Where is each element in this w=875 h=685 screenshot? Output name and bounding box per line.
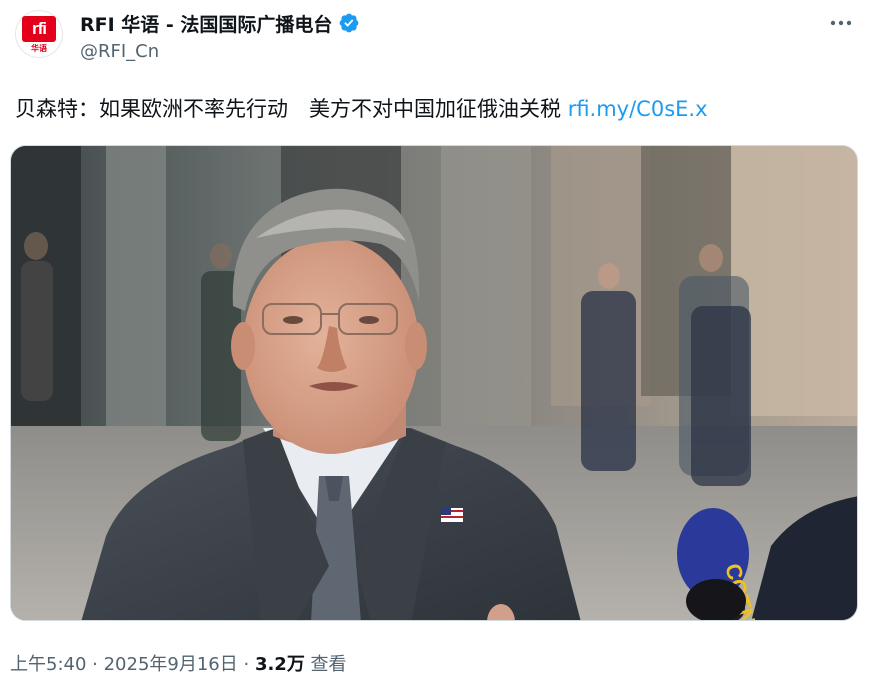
tweet-link[interactable]: rfi.my/C0sE.x (568, 97, 708, 121)
name-row: RFI 华语 - 法国国际广播电台 (80, 9, 360, 37)
tweet-header: RFI 华语 - 法国国际广播电台 @RFI_Cn (80, 9, 360, 62)
tweet-time[interactable]: 上午5:40 (10, 654, 86, 675)
views-count: 3.2万 (254, 654, 305, 675)
tweet-date[interactable]: 2025年9月16日 (104, 654, 238, 675)
handle[interactable]: @RFI_Cn (80, 41, 360, 62)
meta-separator: · (86, 654, 104, 675)
tweet-photo[interactable]: CGTN (10, 145, 858, 621)
rfi-logo: rfi (22, 15, 56, 42)
avatar[interactable]: rfi 华语 (15, 10, 63, 58)
meta-separator-2: · (237, 654, 255, 675)
tweet-meta: 上午5:40 · 2025年9月16日 · 3.2万 查看 (10, 650, 347, 676)
more-button[interactable] (824, 8, 858, 38)
verified-badge-icon (338, 12, 360, 34)
tweet-text: 贝森特：如果欧洲不率先行动 美方不对中国加征俄油关税 rfi.my/C0sE.x (15, 93, 708, 123)
tweet-body: 贝森特：如果欧洲不率先行动 美方不对中国加征俄油关税 (15, 97, 568, 121)
rfi-logo-subtext: 华语 (31, 43, 47, 53)
views-label: 查看 (304, 654, 347, 675)
display-name[interactable]: RFI 华语 - 法国国际广播电台 (80, 10, 332, 37)
more-horizontal-icon (830, 20, 852, 26)
